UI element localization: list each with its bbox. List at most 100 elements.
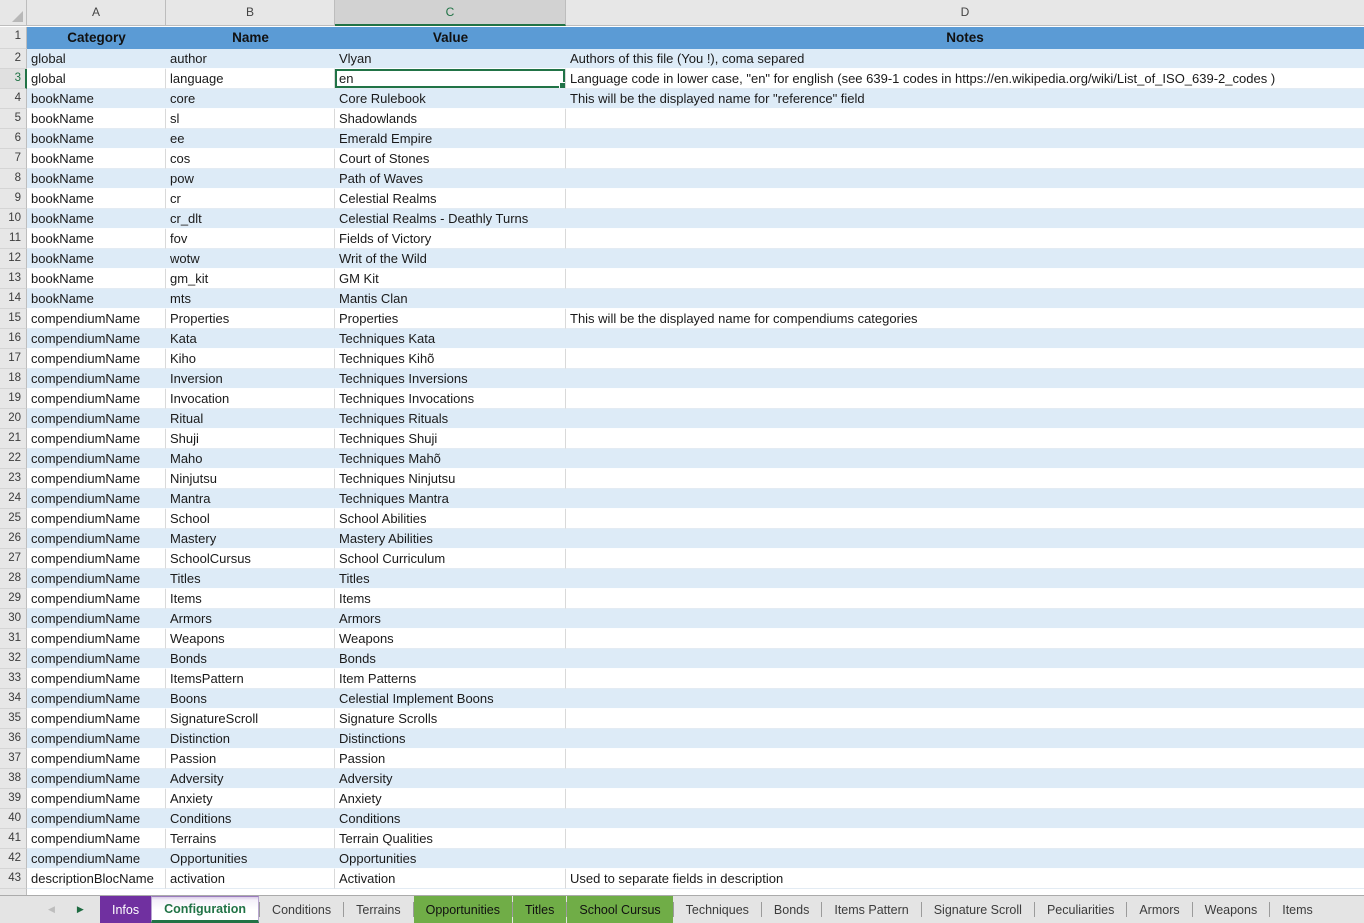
cell-notes[interactable] [566,349,1364,369]
cell-category[interactable]: compendiumName [27,449,166,469]
cell-name[interactable]: core [166,89,335,109]
cell-category[interactable]: compendiumName [27,709,166,729]
cell-value[interactable]: Techniques Mantra [335,489,566,509]
cell-category[interactable]: compendiumName [27,309,166,329]
row-header[interactable]: 7 [0,149,27,169]
cell-name[interactable]: Terrains [166,829,335,849]
cell-name[interactable]: Mantra [166,489,335,509]
cell-value[interactable]: Techniques Shuji [335,429,566,449]
cell-notes[interactable] [566,509,1364,529]
column-header-a[interactable]: A [27,0,166,26]
cell-category[interactable]: compendiumName [27,829,166,849]
cell-value[interactable]: School Curriculum [335,549,566,569]
row-header[interactable]: 12 [0,249,27,269]
cell-notes[interactable] [566,389,1364,409]
cell-name[interactable]: Passion [166,749,335,769]
cell-name[interactable]: ee [166,129,335,149]
cell-value[interactable]: Techniques Ninjutsu [335,469,566,489]
selected-cell[interactable]: en [335,69,566,89]
cell-value[interactable]: Path of Waves [335,169,566,189]
cell-value[interactable]: Shadowlands [335,109,566,129]
cell-name[interactable]: Conditions [166,809,335,829]
sheet-tab-items-pattern[interactable]: Items Pattern [822,896,920,923]
row-header[interactable]: 5 [0,109,27,129]
cell-category[interactable]: bookName [27,129,166,149]
row-header[interactable]: 24 [0,489,27,509]
cell-category[interactable]: compendiumName [27,729,166,749]
row-header[interactable]: 20 [0,409,27,429]
cell-notes[interactable] [566,329,1364,349]
cell-name[interactable]: mts [166,289,335,309]
cell-name[interactable]: wotw [166,249,335,269]
sheet-tab-techniques[interactable]: Techniques [674,896,761,923]
cell-value[interactable]: Techniques Mahõ [335,449,566,469]
cell-notes[interactable] [566,229,1364,249]
cell-value[interactable]: GM Kit [335,269,566,289]
cell-name[interactable]: Properties [166,309,335,329]
cell-notes[interactable] [566,289,1364,309]
cell-name[interactable]: Ritual [166,409,335,429]
sheet-tab-school-cursus[interactable]: School Cursus [567,896,672,923]
cell-name[interactable]: Invocation [166,389,335,409]
cell-category[interactable]: compendiumName [27,329,166,349]
cell-notes[interactable] [566,429,1364,449]
cell-category[interactable]: compendiumName [27,649,166,669]
cell-value[interactable]: Court of Stones [335,149,566,169]
cell-notes[interactable] [566,149,1364,169]
cell-name[interactable]: language [166,69,335,89]
cell-category[interactable]: compendiumName [27,609,166,629]
cell-notes[interactable] [566,809,1364,829]
cell-notes[interactable]: This will be the displayed name for comp… [566,309,1364,329]
cell-category[interactable]: compendiumName [27,409,166,429]
row-header[interactable]: 13 [0,269,27,289]
cell-category[interactable]: compendiumName [27,749,166,769]
cell-value[interactable]: Item Patterns [335,669,566,689]
cell-notes[interactable] [566,249,1364,269]
cell-category[interactable]: bookName [27,209,166,229]
column-header-d[interactable]: D [566,0,1364,26]
cell-value[interactable]: Properties [335,309,566,329]
cell-notes[interactable] [566,409,1364,429]
cell-name[interactable]: Titles [166,569,335,589]
cell-notes[interactable] [566,769,1364,789]
cell-value[interactable]: Passion [335,749,566,769]
cell-value[interactable]: Bonds [335,649,566,669]
row-header[interactable]: 3 [0,69,27,89]
cell-notes[interactable] [566,529,1364,549]
cell-value[interactable]: Celestial Realms - Deathly Turns [335,209,566,229]
cell-value[interactable]: Vlyan [335,49,566,69]
cell-notes[interactable]: Used to separate fields in description [566,869,1364,889]
row-header[interactable]: 21 [0,429,27,449]
cell-name[interactable]: sl [166,109,335,129]
cell-category[interactable]: bookName [27,249,166,269]
row-header[interactable]: 19 [0,389,27,409]
cell-name[interactable]: cos [166,149,335,169]
cell-category[interactable]: bookName [27,89,166,109]
sheet-nav-right-icon[interactable]: ▶ [77,905,84,914]
cell-category[interactable]: compendiumName [27,689,166,709]
cell-notes[interactable] [566,129,1364,149]
cell-name[interactable]: SchoolCursus [166,549,335,569]
cell-value[interactable]: Weapons [335,629,566,649]
cell-category[interactable]: compendiumName [27,369,166,389]
column-header-c[interactable]: C [335,0,566,26]
select-all-corner[interactable] [0,0,27,26]
cell-name[interactable]: Inversion [166,369,335,389]
cell-value[interactable]: Techniques Inversions [335,369,566,389]
row-header[interactable]: 29 [0,589,27,609]
cell-name[interactable]: Boons [166,689,335,709]
row-header[interactable]: 36 [0,729,27,749]
cell-value[interactable]: Activation [335,869,566,889]
row-header[interactable]: 17 [0,349,27,369]
sheet-tab-items[interactable]: Items [1270,896,1325,923]
cell-notes[interactable] [566,449,1364,469]
row-header[interactable]: 37 [0,749,27,769]
cell-name[interactable]: author [166,49,335,69]
sheet-tab-infos[interactable]: Infos [100,896,151,923]
cell-notes[interactable] [566,369,1364,389]
cell-category[interactable]: compendiumName [27,549,166,569]
cell-name[interactable]: Maho [166,449,335,469]
cell-notes[interactable] [566,749,1364,769]
cell-value[interactable]: Emerald Empire [335,129,566,149]
header-cell-category[interactable]: Category [27,27,166,49]
